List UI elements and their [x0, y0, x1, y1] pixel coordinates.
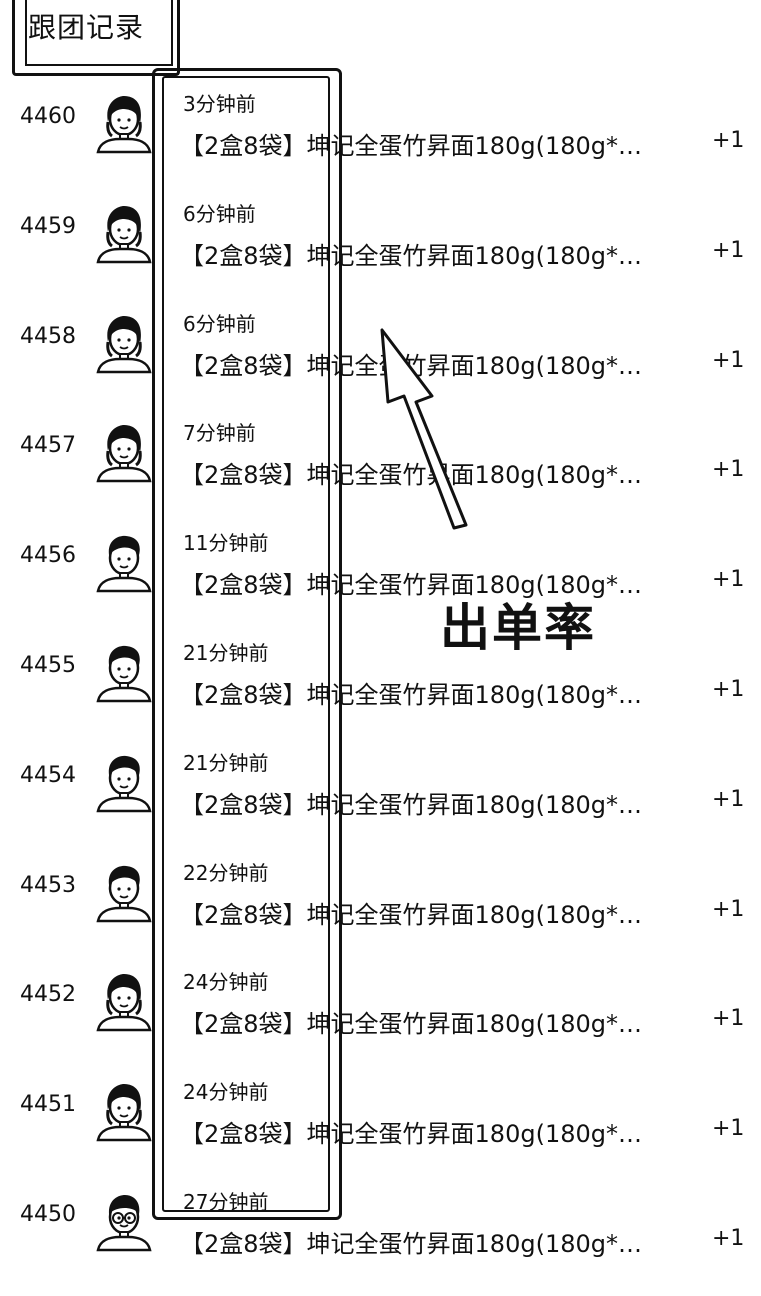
female-avatar-icon [96, 1084, 152, 1142]
female-avatar-icon [96, 974, 152, 1032]
record-quantity: +1 [712, 676, 745, 702]
record-number: 4451 [20, 1092, 76, 1118]
record-item-name: 【2盒8袋】坤记全蛋竹昇面180g(180g*… [180, 1120, 642, 1149]
record-quantity: +1 [712, 786, 745, 812]
record-quantity: +1 [712, 128, 745, 153]
page-title: 跟团记录 [28, 11, 145, 44]
record-quantity: +1 [712, 567, 745, 593]
record-number: 4457 [20, 433, 76, 459]
record-number: 4452 [20, 982, 76, 1008]
record-item-name: 【2盒8袋】坤记全蛋竹昇面180g(180g*… [180, 900, 642, 929]
arrow-annotation-icon [380, 328, 468, 530]
record-quantity: +1 [712, 1116, 745, 1142]
record-quantity: +1 [712, 1006, 745, 1032]
record-row[interactable]: 4455 21分钟前【2盒8袋】坤记全蛋竹昇面180g(180g*… +1 [0, 637, 761, 747]
record-time: 6分钟前 [183, 311, 256, 336]
record-number: 4458 [20, 323, 76, 349]
female-avatar-icon [96, 315, 152, 373]
record-number: 4450 [20, 1201, 76, 1227]
female-avatar-icon [96, 425, 152, 483]
record-row[interactable]: 4456 11分钟前 【2盒8袋】坤记全蛋竹昇面180g(180g*… +1 [0, 527, 761, 637]
record-number: 4454 [20, 762, 76, 788]
record-row[interactable]: 4459 6分钟前【2盒8袋】坤记全蛋竹昇面180g(180g*… +1 [0, 198, 761, 308]
record-quantity: +1 [712, 457, 745, 483]
female-avatar-icon [96, 96, 152, 154]
annotation-label: 出单率 [440, 599, 596, 657]
record-time: 3分钟前 [183, 92, 256, 116]
male-avatar-icon [96, 755, 152, 813]
record-time: 22分钟前 [183, 860, 269, 885]
male-avatar-icon [96, 645, 152, 703]
record-row[interactable]: 4453 22分钟前【2盒8袋】坤记全蛋竹昇面180g(180g*… +1 [0, 857, 761, 967]
record-list: 4460 3分钟前【2盒8袋】坤记全蛋竹昇面180g(180g*… +1 4459 6分… [0, 88, 761, 1296]
record-item-name: 【2盒8袋】坤记全蛋竹昇面180g(180g*… [180, 1010, 642, 1039]
record-item-name: 【2盒8袋】坤记全蛋竹昇面180g(180g*… [180, 680, 642, 709]
record-quantity: +1 [712, 237, 745, 263]
record-item-name: 【2盒8袋】坤记全蛋竹昇面180g(180g*… [180, 241, 642, 270]
female-avatar-icon [96, 205, 152, 264]
male-avatar-icon [96, 536, 152, 593]
record-item-name: 【2盒8袋】坤记全蛋竹昇面180g(180g*… [180, 1229, 642, 1258]
record-number: 4455 [20, 652, 76, 678]
record-number: 4459 [20, 213, 76, 239]
record-time: 27分钟前 [183, 1189, 269, 1214]
record-row[interactable]: 4460 3分钟前【2盒8袋】坤记全蛋竹昇面180g(180g*… +1 [0, 88, 761, 198]
record-time: 11分钟前 [183, 531, 269, 556]
record-quantity: +1 [712, 896, 745, 922]
record-row[interactable]: 4451 24分钟前【2盒8袋】坤记全蛋竹昇面180g(180g*… +1 [0, 1076, 761, 1186]
record-item-name: 【2盒8袋】坤记全蛋竹昇面180g(180g*… [180, 790, 642, 819]
record-quantity: +1 [712, 347, 745, 373]
record-row[interactable]: 4454 21分钟前【2盒8袋】坤记全蛋竹昇面180g(180g*… +1 [0, 747, 761, 857]
record-item-name: 【2盒8袋】坤记全蛋竹昇面180g(180g*… [180, 132, 642, 160]
record-row[interactable]: 4452 24分钟前【2盒8袋】坤记全蛋竹昇面180g(180g*… +1 [0, 966, 761, 1076]
record-time: 21分钟前 [183, 750, 269, 775]
record-time: 7分钟前 [183, 421, 256, 446]
record-time: 21分钟前 [183, 640, 269, 665]
male-glasses-avatar-icon [96, 1194, 152, 1252]
record-time: 24分钟前 [183, 1080, 269, 1105]
record-number: 4456 [20, 543, 76, 569]
male-avatar-icon [96, 865, 152, 922]
record-quantity: +1 [712, 1225, 745, 1251]
record-number: 4460 [20, 104, 76, 129]
record-time: 6分钟前 [183, 201, 256, 226]
record-time: 24分钟前 [183, 970, 269, 995]
record-number: 4453 [20, 872, 76, 898]
record-row[interactable]: 4450 27分钟前【2盒8袋】坤记全蛋竹昇面180g(180g*… +1 [0, 1186, 761, 1296]
